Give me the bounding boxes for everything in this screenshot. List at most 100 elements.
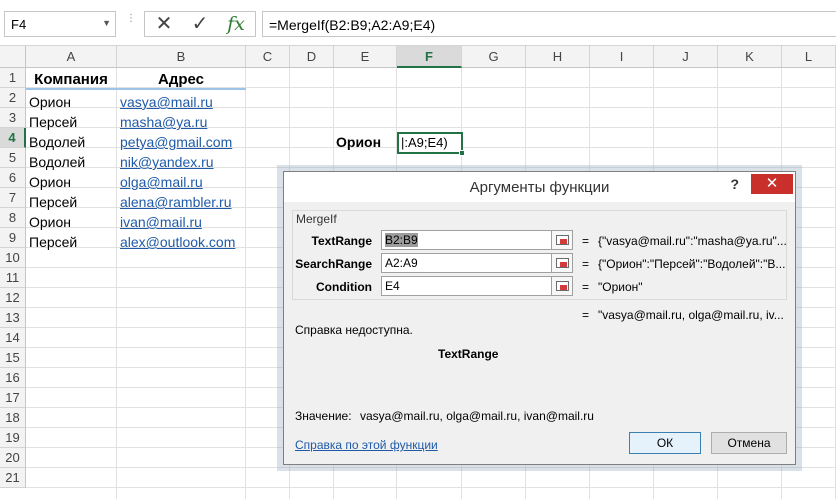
cell-email-link[interactable]: nik@yandex.ru — [117, 152, 245, 172]
row-header-20[interactable]: 20 — [0, 448, 26, 468]
row-header-6[interactable]: 6 — [0, 168, 26, 188]
cell-company[interactable]: Орион — [26, 92, 116, 112]
row-header-7[interactable]: 7 — [0, 188, 26, 208]
row-header-3[interactable]: 3 — [0, 108, 26, 128]
arg-input-condition[interactable]: E4 — [381, 276, 573, 296]
ok-button[interactable]: ОК — [629, 432, 701, 454]
current-arg-name: TextRange — [438, 347, 499, 361]
value-label: Значение: — [295, 409, 352, 423]
cell-email-link[interactable]: petya@gmail.com — [117, 132, 245, 152]
row-header-19[interactable]: 19 — [0, 428, 26, 448]
equals-sign: = — [582, 280, 590, 294]
column-header-f[interactable]: F — [397, 46, 462, 68]
row-header-4[interactable]: 4 — [0, 128, 26, 148]
row-header-2[interactable]: 2 — [0, 88, 26, 108]
arg-value-textrange: B2:B9 — [385, 233, 418, 247]
arg-result-searchrange: {"Орион":"Персей":"Водолей":"В... — [598, 257, 786, 271]
cell-email-link[interactable]: alena@rambler.ru — [117, 192, 245, 212]
value-text: vasya@mail.ru, olga@mail.ru, ivan@mail.r… — [360, 409, 594, 423]
row-header-17[interactable]: 17 — [0, 388, 26, 408]
arg-value-condition: E4 — [385, 279, 400, 293]
name-box-value: F4 — [11, 17, 27, 32]
row-header-14[interactable]: 14 — [0, 328, 26, 348]
function-arguments-dialog: Аргументы функции ? ✕ MergeIf TextRange … — [283, 171, 796, 465]
equals-sign: = — [582, 308, 590, 322]
name-box[interactable]: F4 ▼ — [4, 11, 116, 37]
row-header-5[interactable]: 5 — [0, 148, 26, 168]
range-select-icon[interactable] — [551, 230, 573, 250]
column-header-j[interactable]: J — [654, 46, 718, 68]
formula-input[interactable]: =MergeIf(B2:B9;A2:A9;E4) — [262, 11, 836, 37]
cell-email-link[interactable]: vasya@mail.ru — [117, 92, 245, 112]
cell-company[interactable]: Орион — [26, 172, 116, 192]
row-header-8[interactable]: 8 — [0, 208, 26, 228]
row-header-21[interactable]: 21 — [0, 468, 26, 488]
enter-icon[interactable]: ✓ — [185, 12, 215, 36]
cell-a1[interactable]: Компания — [26, 70, 116, 90]
cell-company[interactable]: Водолей — [26, 152, 116, 172]
row-header-9[interactable]: 9 — [0, 228, 26, 248]
drag-handle-icon[interactable]: ⋮ — [126, 14, 136, 31]
column-header-c[interactable]: C — [246, 46, 290, 68]
column-header-h[interactable]: H — [526, 46, 590, 68]
arg-label-condition: Condition — [316, 280, 372, 294]
cell-company[interactable]: Водолей — [26, 132, 116, 152]
column-header-l[interactable]: L — [782, 46, 836, 68]
column-header-i[interactable]: I — [590, 46, 654, 68]
cell-company[interactable]: Персей — [26, 192, 116, 212]
equals-sign: = — [582, 257, 590, 271]
help-link[interactable]: Справка по этой функции — [295, 438, 438, 452]
row-header-18[interactable]: 18 — [0, 408, 26, 428]
column-header-g[interactable]: G — [462, 46, 526, 68]
formula-result: "vasya@mail.ru, olga@mail.ru, iv... — [598, 308, 784, 322]
arg-result-textrange: {"vasya@mail.ru":"masha@ya.ru"... — [598, 234, 787, 248]
row-header-11[interactable]: 11 — [0, 268, 26, 288]
active-cell-f4[interactable]: |:A9;E4) — [397, 132, 465, 156]
row-header-1[interactable]: 1 — [0, 68, 26, 88]
close-icon[interactable]: ✕ — [751, 174, 793, 194]
cell-email-link[interactable]: masha@ya.ru — [117, 112, 245, 132]
arg-input-searchrange[interactable]: A2:A9 — [381, 253, 573, 273]
arg-label-searchrange: SearchRange — [295, 257, 372, 271]
help-icon[interactable]: ? — [730, 176, 739, 192]
column-header-e[interactable]: E — [334, 46, 397, 68]
cell-company[interactable]: Персей — [26, 112, 116, 132]
cell-e4[interactable]: Орион — [333, 132, 397, 152]
row-header-15[interactable]: 15 — [0, 348, 26, 368]
fill-handle[interactable] — [459, 150, 465, 156]
cell-email-link[interactable]: olga@mail.ru — [117, 172, 245, 192]
fx-icon[interactable]: fx — [221, 12, 251, 36]
range-select-icon[interactable] — [551, 253, 573, 273]
cancel-button[interactable]: Отмена — [711, 432, 787, 454]
cell-email-link[interactable]: alex@outlook.com — [117, 232, 245, 252]
gridline — [245, 68, 246, 499]
row-header-10[interactable]: 10 — [0, 248, 26, 268]
formula-text: =MergeIf(B2:B9;A2:A9;E4) — [269, 17, 436, 33]
cell-email-link[interactable]: ivan@mail.ru — [117, 212, 245, 232]
equals-sign: = — [582, 234, 590, 248]
formula-bar: F4 ▼ ⋮ ✕ ✓ fx =MergeIf(B2:B9;A2:A9;E4) — [0, 0, 836, 46]
row-header-12[interactable]: 12 — [0, 288, 26, 308]
function-name: MergeIf — [294, 212, 339, 226]
column-header-d[interactable]: D — [290, 46, 334, 68]
column-header-b[interactable]: B — [117, 46, 246, 68]
dialog-title: Аргументы функции — [469, 179, 610, 196]
help-unavailable-text: Справка недоступна. — [295, 323, 413, 337]
row-header-13[interactable]: 13 — [0, 308, 26, 328]
formula-buttons: ✕ ✓ fx — [144, 11, 256, 37]
dialog-title-bar[interactable]: Аргументы функции ? ✕ — [284, 172, 795, 202]
row-header-16[interactable]: 16 — [0, 368, 26, 388]
arg-result-condition: "Орион" — [598, 280, 643, 294]
cell-company[interactable]: Персей — [26, 232, 116, 252]
chevron-down-icon[interactable]: ▼ — [102, 18, 111, 28]
select-all-corner[interactable] — [0, 46, 26, 68]
column-header-k[interactable]: K — [718, 46, 782, 68]
cancel-icon[interactable]: ✕ — [149, 12, 179, 36]
cell-company[interactable]: Орион — [26, 212, 116, 232]
column-header-a[interactable]: A — [26, 46, 117, 68]
arg-input-textrange[interactable]: B2:B9 — [381, 230, 573, 250]
cell-f4-edit-text: |:A9;E4) — [401, 135, 448, 150]
arg-label-textrange: TextRange — [311, 234, 372, 248]
range-select-icon[interactable] — [551, 276, 573, 296]
cell-b1[interactable]: Адрес — [117, 70, 245, 90]
